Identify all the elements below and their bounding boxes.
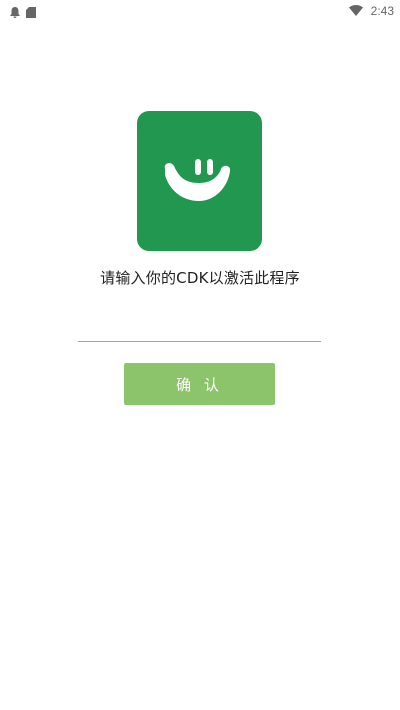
activation-prompt: 请输入你的CDK以激活此程序 [100,269,300,287]
notification-bell-icon [10,3,20,22]
cdk-input[interactable] [78,318,321,342]
status-bar: 2:43 [0,0,400,18]
wifi-icon [348,1,363,20]
status-time: 2:43 [370,3,394,18]
smiley-logo-icon [164,159,231,201]
confirm-button[interactable]: 确 认 [124,363,275,405]
app-logo [137,111,262,251]
sd-card-icon [26,3,36,22]
status-left-icons [10,3,36,22]
status-right-icons: 2:43 [348,1,394,20]
